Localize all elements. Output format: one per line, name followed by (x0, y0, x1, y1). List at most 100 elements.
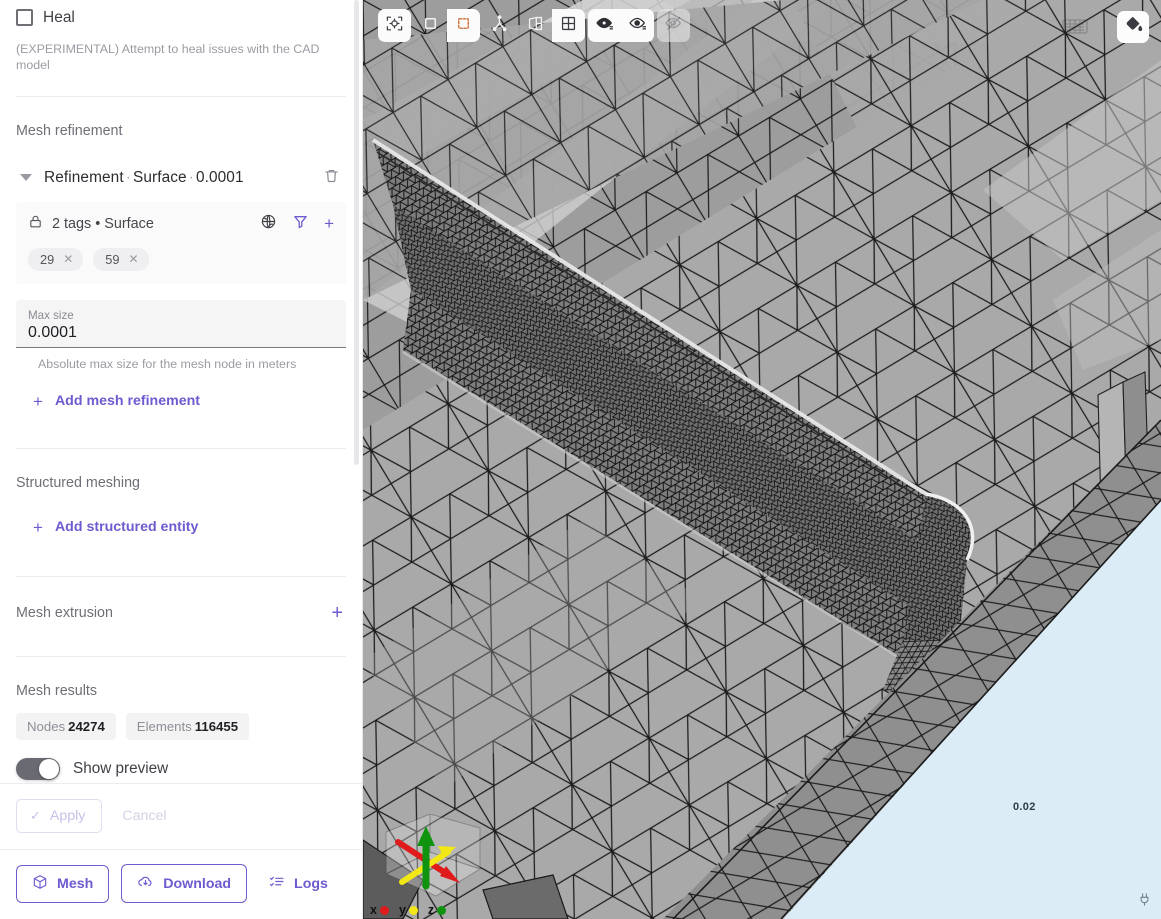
divider-extrusion (16, 655, 346, 657)
eye-mesh-alt-icon (628, 13, 648, 38)
plus-icon[interactable]: + (331, 603, 346, 623)
apply-label: Apply (49, 808, 86, 824)
hidden-toggle-button[interactable] (657, 9, 690, 42)
mesh-extrusion-title: Mesh extrusion (16, 604, 113, 621)
visibility-button[interactable] (588, 9, 621, 42)
grid-icon (559, 14, 578, 38)
show-preview-toggle[interactable] (16, 757, 60, 780)
sidebar-scroll-area[interactable]: Heal (EXPERIMENTAL) Attempt to heal issu… (0, 0, 362, 783)
add-mesh-refinement-button[interactable]: + Add mesh refinement (33, 393, 346, 410)
apply-button[interactable]: ✓ Apply (16, 799, 103, 833)
show-preview-row[interactable]: Show preview (16, 757, 346, 780)
divider-refinement (16, 447, 346, 449)
divider-structured (16, 575, 346, 577)
axis-label-x: x (370, 903, 377, 917)
apply-bar: ✓ Apply Cancel (0, 783, 362, 849)
box-select-button[interactable] (447, 9, 480, 42)
heal-checkbox-row[interactable]: Heal (16, 0, 346, 32)
trash-icon[interactable] (323, 167, 340, 189)
download-button[interactable]: Download (121, 864, 248, 903)
add-mesh-refinement-label: Add mesh refinement (54, 393, 200, 410)
square-solid-icon (421, 14, 440, 38)
axis-dot-y (408, 905, 418, 915)
sidebar-scrollbar[interactable] (354, 0, 359, 465)
tag-chip[interactable]: 29 ✕ (28, 247, 84, 271)
refinement-name: Refinement (44, 168, 124, 186)
cloud-download-icon (137, 873, 154, 894)
caret-down-icon[interactable] (20, 174, 32, 182)
mesh-extrusion-row: Mesh extrusion + (16, 603, 346, 623)
logs-button-label: Logs (294, 875, 328, 892)
eye-off-icon (664, 13, 684, 38)
keyboard-icon (1062, 17, 1088, 42)
node-branch-icon (490, 14, 509, 38)
refinement-type: Surface (132, 168, 187, 186)
close-icon[interactable]: ✕ (63, 253, 73, 265)
logs-button[interactable]: Logs (259, 864, 344, 903)
tag-action-group: + (260, 213, 334, 235)
refinement-sep-2: · (188, 168, 194, 186)
plus-icon[interactable]: + (324, 215, 334, 232)
axis-dot-z (437, 905, 447, 915)
tag-header-row: 2 tags • Surface + (28, 212, 334, 236)
plug-icon[interactable] (1137, 891, 1152, 913)
grid-button[interactable] (552, 9, 585, 42)
axis-dot-x (379, 905, 389, 915)
elements-value: 116455 (194, 718, 239, 734)
structured-meshing-title: Structured meshing (16, 474, 140, 491)
max-size-label: Max size (28, 308, 74, 322)
download-button-label: Download (163, 875, 232, 892)
paint-bucket-button[interactable] (1117, 11, 1149, 43)
axis-legend: x y z (370, 903, 453, 917)
cancel-button[interactable]: Cancel (122, 808, 166, 824)
view-mode-group (519, 9, 585, 42)
tag-chip-label: 59 (105, 251, 120, 267)
select-node-button[interactable] (483, 9, 516, 42)
axis-label-y: y (398, 903, 406, 917)
sidebar-footer: Mesh Download Logs (0, 849, 362, 919)
refinement-value: 0.0001 (195, 168, 244, 186)
add-structured-entity-button[interactable]: + Add structured entity (33, 519, 346, 536)
nodes-value: 24274 (68, 718, 105, 734)
mesh-button[interactable]: Mesh (16, 864, 110, 903)
selection-mode-group (414, 9, 480, 42)
refinement-summary: Refinement · Surface · 0.0001 (44, 169, 244, 187)
3d-viewport[interactable]: 0.02 x y z (363, 0, 1161, 919)
eye-mesh-icon (595, 13, 615, 38)
elements-stat: Elements 116455 (125, 712, 250, 740)
filter-icon[interactable] (292, 213, 309, 235)
mesh-button-label: Mesh (57, 875, 94, 892)
scale-label: 0.02 (1013, 801, 1036, 813)
square-dashed-icon (454, 14, 473, 38)
tag-chip[interactable]: 59 ✕ (93, 247, 149, 271)
max-size-input[interactable] (28, 323, 334, 342)
tag-chip-list: 29 ✕ 59 ✕ (28, 247, 334, 271)
plus-icon: + (33, 391, 43, 411)
select-solid-button[interactable] (414, 9, 447, 42)
viewport-toolbar (378, 9, 690, 42)
elements-label: Elements (136, 718, 192, 734)
mesh-results-stats: Nodes 24274 Elements 116455 (16, 712, 346, 740)
close-icon[interactable]: ✕ (129, 253, 139, 265)
axis-label-z: z (427, 903, 435, 917)
tag-chip-label: 29 (40, 251, 55, 267)
visibility-alt-button[interactable] (621, 9, 654, 42)
paint-bucket-icon (1124, 15, 1143, 39)
check-icon: ✓ (30, 808, 41, 823)
lock-icon[interactable] (28, 214, 43, 234)
heal-checkbox[interactable] (16, 9, 33, 26)
plus-icon: + (33, 517, 43, 537)
tag-selection-panel: 2 tags • Surface + 29 ✕ 59 ✕ (16, 201, 346, 284)
nodes-stat: Nodes 24274 (16, 712, 116, 740)
clip-plane-button[interactable] (519, 9, 552, 42)
mesh-render-canvas[interactable] (363, 0, 1161, 919)
tag-summary-label: 2 tags • Surface (52, 215, 154, 232)
fit-to-view-button[interactable] (378, 9, 411, 42)
clip-plane-icon (526, 14, 545, 38)
refinement-header-row[interactable]: Refinement · Surface · 0.0001 (16, 165, 346, 191)
heal-label: Heal (43, 8, 75, 26)
max-size-field[interactable]: Max size (16, 299, 346, 348)
fit-view-icon (385, 14, 404, 38)
toggle-knob (39, 758, 59, 779)
globe-icon[interactable] (260, 213, 277, 235)
